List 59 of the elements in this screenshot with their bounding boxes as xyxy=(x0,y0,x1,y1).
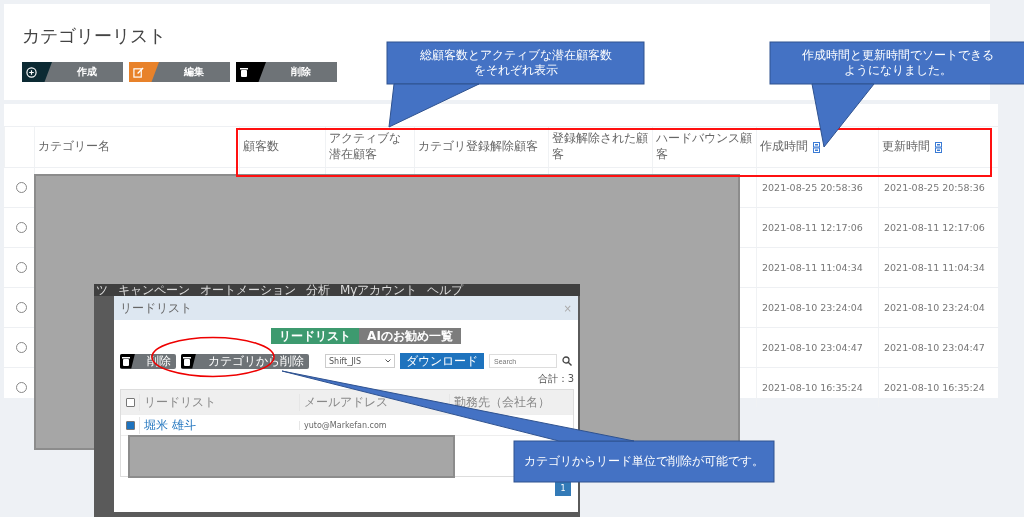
modal-title: リードリスト xyxy=(120,299,192,317)
search-icon[interactable] xyxy=(562,356,572,366)
edit-icon xyxy=(133,66,144,78)
callout-text: カテゴリからリード単位で削除が可能です。 xyxy=(524,454,764,469)
nav-item[interactable]: Myアカウント xyxy=(340,284,418,296)
tab[interactable]: リードリスト xyxy=(271,328,360,344)
page-title: カテゴリーリスト xyxy=(22,24,167,48)
chevron-down-icon xyxy=(385,359,391,363)
tab[interactable]: AIのお勧め一覧 xyxy=(359,328,461,344)
table-cell: 2021-08-11 12:17:06 xyxy=(762,222,863,233)
sort-icon[interactable] xyxy=(935,141,942,153)
table-cell: 2021-08-10 16:35:24 xyxy=(762,382,863,393)
column-header: リードリスト xyxy=(139,393,299,411)
table-cell: 2021-08-11 11:04:34 xyxy=(884,262,985,273)
nav-item[interactable]: オートメーション xyxy=(200,284,296,296)
callout-text: 作成時間と更新時間でソートできるようになりました。 xyxy=(801,48,995,78)
table-cell: 2021-08-10 16:35:24 xyxy=(884,382,985,393)
checkbox[interactable] xyxy=(126,420,135,430)
column-header: アクティブな潜在顧客 xyxy=(329,131,402,163)
download-button[interactable]: ダウンロード xyxy=(400,353,484,369)
table-cell: 2021-08-10 23:24:04 xyxy=(884,302,985,313)
table-cell: 2021-08-10 23:04:47 xyxy=(762,342,863,353)
nav-item[interactable]: 分析 xyxy=(306,284,330,296)
trash-icon xyxy=(122,356,130,366)
row-radio[interactable] xyxy=(16,382,27,393)
row-radio[interactable] xyxy=(16,342,27,353)
trash-icon xyxy=(183,356,191,366)
column-header: 作成時間 xyxy=(760,139,808,155)
table-cell: yuto@Markefan.com xyxy=(299,420,449,430)
table-cell: 2021-08-10 23:24:04 xyxy=(762,302,863,313)
delete-button[interactable]: 削除 xyxy=(236,62,337,82)
table-cell: 2021-08-10 23:04:47 xyxy=(884,342,985,353)
column-header: 更新時間 xyxy=(882,139,930,155)
plus-circle-icon xyxy=(26,66,37,78)
callout-text: 総顧客数とアクティブな潜在顧客数をそれぞれ表示 xyxy=(418,48,613,78)
row-radio[interactable] xyxy=(16,182,27,193)
column-header: カテゴリー名 xyxy=(38,139,110,155)
nav-item[interactable]: ヘルプ xyxy=(427,284,464,296)
column-header: 顧客数 xyxy=(243,139,279,155)
checkbox[interactable] xyxy=(126,397,135,407)
nav-item[interactable]: キャンペーン xyxy=(118,284,190,296)
nav-item[interactable]: ツ xyxy=(96,284,108,296)
edit-button[interactable]: 編集 xyxy=(129,62,230,82)
encoding-select[interactable]: Shift_JIS xyxy=(325,354,395,368)
table-cell: 2021-08-11 11:04:34 xyxy=(762,262,863,273)
lead-link[interactable]: 堀米 雄斗 xyxy=(139,416,299,434)
table-cell: 2021-08-25 20:58:36 xyxy=(762,182,863,193)
trash-icon xyxy=(240,67,248,77)
column-header: ハードバウンス顧客 xyxy=(656,131,753,163)
row-radio[interactable] xyxy=(16,262,27,273)
total-count: 合計：3 xyxy=(536,372,574,386)
create-button[interactable]: 作成 xyxy=(22,62,123,82)
column-header: 登録解除された顧客 xyxy=(552,131,649,163)
row-radio[interactable] xyxy=(16,222,27,233)
table-cell: 2021-08-11 12:17:06 xyxy=(884,222,985,233)
table-cell: 2021-08-25 20:58:36 xyxy=(884,182,985,193)
column-header: カテゴリ登録解除顧客 xyxy=(418,139,538,155)
sort-icon[interactable] xyxy=(813,141,820,153)
row-radio[interactable] xyxy=(16,302,27,313)
